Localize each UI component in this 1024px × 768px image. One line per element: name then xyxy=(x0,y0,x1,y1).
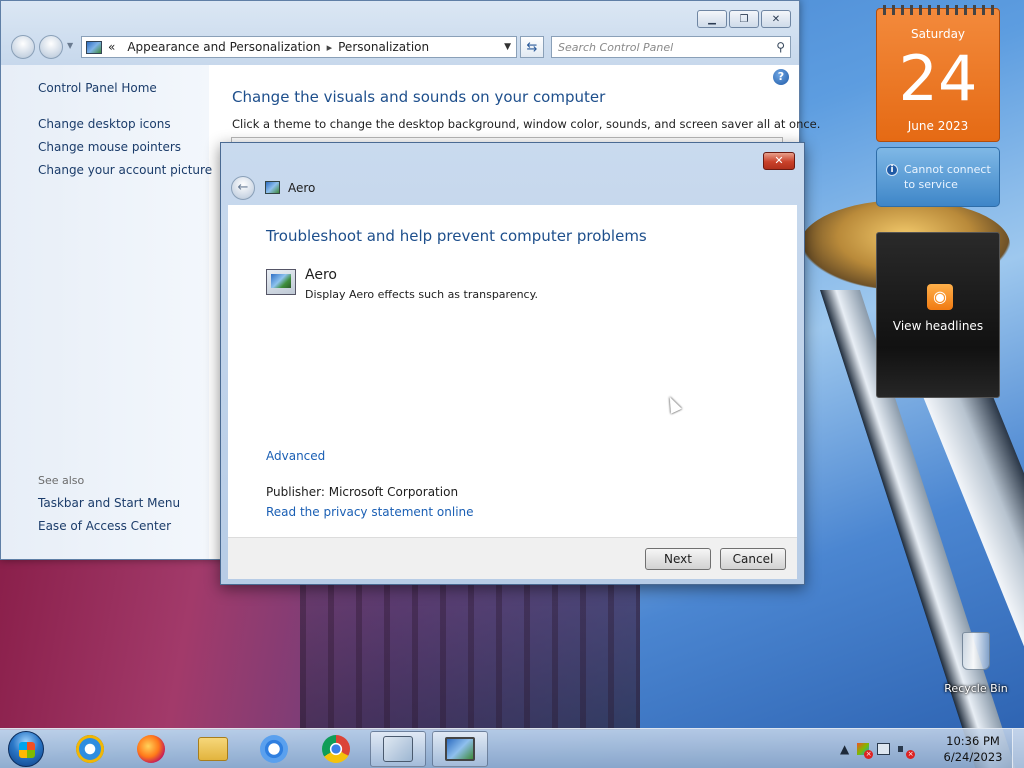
calendar-month-year: June 2023 xyxy=(907,119,969,133)
taskbar-file-explorer[interactable] xyxy=(185,731,241,767)
address-dropdown-icon[interactable]: ▼ xyxy=(504,42,511,52)
alert-icon: × xyxy=(864,750,874,759)
dialog-content: Troubleshoot and help prevent computer p… xyxy=(228,205,797,537)
troubleshooter-dialog: ✕ ← Aero Troubleshoot and help prevent c… xyxy=(220,142,805,585)
taskbar-display-settings[interactable] xyxy=(432,731,488,767)
minimize-button[interactable]: ▁ xyxy=(697,10,727,28)
breadcrumb-appearance[interactable]: Appearance and Personalization xyxy=(127,40,320,54)
breadcrumb-separator[interactable]: ▸ xyxy=(327,41,333,54)
dialog-footer: Next Cancel xyxy=(228,537,797,579)
windows-logo-icon xyxy=(19,742,35,758)
aero-small-icon xyxy=(265,181,280,194)
show-hidden-icons-button[interactable]: ▲ xyxy=(840,742,849,756)
aero-icon xyxy=(266,269,296,295)
recent-pages-dropdown[interactable]: ▼ xyxy=(67,41,73,50)
view-headlines-link[interactable]: View headlines xyxy=(877,319,999,333)
sidebar-link-home[interactable]: Control Panel Home xyxy=(38,81,157,95)
action-center-icon[interactable]: × xyxy=(857,743,874,759)
help-icon[interactable]: ? xyxy=(773,69,789,85)
notification-area: ▲ × × xyxy=(840,729,916,768)
clock-time: 10:36 PM xyxy=(946,734,1000,748)
troubleshooter-description: Display Aero effects such as transparenc… xyxy=(305,288,539,301)
recycle-bin-icon xyxy=(962,632,990,670)
search-placeholder: Search Control Panel xyxy=(558,40,674,54)
window-caption-buttons: ▁ ❐ ✕ xyxy=(697,10,791,28)
system-clock[interactable]: 10:36 PM 6/24/2023 xyxy=(940,733,1006,765)
sidebar-link-ease-of-access[interactable]: Ease of Access Center xyxy=(38,519,171,533)
next-button[interactable]: Next xyxy=(645,548,711,570)
see-also-heading: See also xyxy=(38,474,85,487)
back-button[interactable] xyxy=(11,35,35,59)
firefox-icon xyxy=(137,735,165,763)
weather-message-line1: Cannot connect xyxy=(904,163,991,176)
taskbar: ▲ × × 10:36 PM 6/24/2023 xyxy=(0,728,1024,768)
page-title: Change the visuals and sounds on your co… xyxy=(232,88,606,106)
chrome-icon xyxy=(322,735,350,763)
volume-muted-icon[interactable]: × xyxy=(898,743,916,759)
taskbar-internet-explorer[interactable] xyxy=(62,731,118,767)
dialog-back-button[interactable]: ← xyxy=(231,176,255,200)
taskbar-firefox[interactable] xyxy=(123,731,179,767)
weather-message-line2: to service xyxy=(904,178,958,191)
taskbar-chromium[interactable] xyxy=(246,731,302,767)
calendar-day-number: 24 xyxy=(898,42,978,115)
sidebar-link-mouse-pointers[interactable]: Change mouse pointers xyxy=(38,140,181,154)
cancel-button[interactable]: Cancel xyxy=(720,548,786,570)
folder-icon xyxy=(198,737,228,761)
sidebar-link-taskbar[interactable]: Taskbar and Start Menu xyxy=(38,496,180,510)
control-panel-titlebar[interactable]: ▁ ❐ ✕ ▼ « Appearance and Personalization… xyxy=(1,1,799,65)
sidebar: Control Panel Home Change desktop icons … xyxy=(1,65,212,559)
dialog-close-button[interactable]: ✕ xyxy=(763,152,795,170)
recycle-bin-label: Recycle Bin xyxy=(944,682,1008,695)
recycle-bin[interactable]: Recycle Bin xyxy=(944,632,1008,700)
weather-gadget[interactable]: i Cannot connect to service xyxy=(876,147,1000,207)
clock-date: 6/24/2023 xyxy=(943,750,1003,764)
close-button[interactable]: ✕ xyxy=(761,10,791,28)
dialog-title: Aero xyxy=(288,181,316,195)
rss-icon: ◉ xyxy=(927,284,953,310)
internet-explorer-icon xyxy=(76,735,104,763)
weather-message: Cannot connect to service xyxy=(904,162,991,192)
troubleshooter-name: Aero xyxy=(305,267,337,283)
forward-button[interactable] xyxy=(39,35,63,59)
feed-headlines-gadget[interactable]: ◉ View headlines xyxy=(876,232,1000,398)
network-icon[interactable] xyxy=(877,743,891,755)
muted-icon: × xyxy=(906,750,916,759)
start-button[interactable] xyxy=(8,731,44,767)
refresh-button[interactable]: ⇆ xyxy=(520,36,544,58)
taskbar-remote-desktop[interactable] xyxy=(370,731,426,767)
wallpaper-building xyxy=(300,560,640,730)
display-settings-icon xyxy=(445,737,475,761)
breadcrumb-personalization[interactable]: Personalization xyxy=(338,40,429,54)
show-desktop-button[interactable] xyxy=(1012,729,1024,768)
breadcrumb-prefix[interactable]: « xyxy=(108,40,115,54)
info-icon: i xyxy=(886,164,898,176)
chromium-icon xyxy=(260,735,288,763)
address-bar[interactable]: « Appearance and Personalization ▸ Perso… xyxy=(81,36,517,58)
control-panel-icon xyxy=(86,40,102,54)
advanced-link[interactable]: Advanced xyxy=(266,449,325,463)
calendar-rings xyxy=(883,5,995,15)
remote-desktop-icon xyxy=(383,736,413,762)
calendar-gadget[interactable]: Saturday 24 June 2023 xyxy=(876,5,1000,142)
privacy-statement-link[interactable]: Read the privacy statement online xyxy=(266,505,474,519)
publisher-text: Publisher: Microsoft Corporation xyxy=(266,485,459,499)
maximize-button[interactable]: ❐ xyxy=(729,10,759,28)
search-icon[interactable]: ⚲ xyxy=(776,40,785,54)
sidebar-link-account-picture[interactable]: Change your account picture xyxy=(38,163,212,177)
page-subtitle: Click a theme to change the desktop back… xyxy=(232,117,821,131)
search-input[interactable]: Search Control Panel ⚲ xyxy=(551,36,791,58)
dialog-heading: Troubleshoot and help prevent computer p… xyxy=(266,227,647,245)
calendar-day-name: Saturday xyxy=(910,27,966,41)
sidebar-link-desktop-icons[interactable]: Change desktop icons xyxy=(38,117,171,131)
taskbar-chrome[interactable] xyxy=(308,731,364,767)
